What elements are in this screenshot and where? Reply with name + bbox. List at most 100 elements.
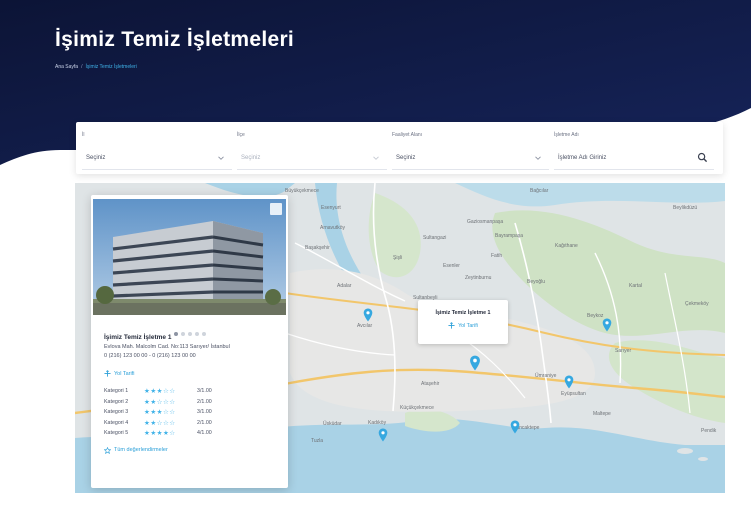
chevron-down-icon [218, 155, 224, 160]
map-place-label: Sarıyer [615, 348, 632, 354]
map-place-label: Sultangazi [423, 235, 447, 241]
rating-category: Kategori 4 [104, 419, 129, 426]
filter-faaliyet-label: Faaliyet Alanı [392, 132, 423, 138]
faaliyet-select-value: Seçiniz [396, 154, 416, 161]
rating-category: Kategori 2 [104, 398, 129, 405]
bubble-directions-link[interactable]: Yol Tarifi [448, 322, 478, 329]
map-pin-icon[interactable] [510, 420, 520, 434]
map-place-label: Gaziosmanpaşa [467, 219, 504, 225]
map-place-label: Esenler [443, 263, 460, 269]
all-reviews-label: Tüm değerlendirmeler [114, 447, 168, 453]
map-place-label: Kağıthane [555, 243, 578, 249]
rating-stars: ★★★☆☆ [144, 387, 176, 396]
rating-row: Kategori 5 ★★★★☆ 4/1.00 [104, 428, 282, 439]
map-place-label: Adalar [337, 283, 352, 289]
map-pin-icon[interactable] [564, 375, 574, 389]
rating-score: 3/1.00 [197, 409, 212, 416]
filter-bar: İl Seçiniz İlçe Seçiniz Faaliyet Alanı S… [76, 122, 723, 174]
filter-il: İl Seçiniz [82, 130, 232, 170]
directions-icon [104, 370, 111, 377]
breadcrumb-home[interactable]: Ana Sayfa [55, 64, 78, 70]
map-pin-icon[interactable] [602, 318, 612, 332]
bubble-directions-label: Yol Tarifi [458, 322, 478, 329]
map-place-label: Kadıköy [368, 420, 387, 426]
rating-row: Kategori 1 ★★★☆☆ 3/1.00 [104, 386, 282, 397]
map-place-label: Maltepe [593, 411, 611, 417]
map-place-label: Pendik [701, 428, 717, 434]
map-place-label: Ümraniye [535, 373, 557, 379]
business-photo[interactable] [93, 199, 286, 315]
map-pin-icon[interactable] [469, 355, 481, 371]
ilce-select[interactable]: Seçiniz [237, 146, 387, 170]
rating-stars: ★★★★☆ [144, 429, 176, 438]
rating-row: Kategori 3 ★★★☆☆ 3/1.00 [104, 407, 282, 418]
rating-score: 2/1.00 [197, 398, 212, 405]
business-name: İşimiz Temiz İşletme 1 [104, 334, 172, 341]
business-info-card: close-icon İşimiz Temiz İşletme 1 Evlova… [91, 195, 288, 488]
rating-row: Kategori 2 ★★☆☆☆ 2/1.00 [104, 397, 282, 408]
rating-score: 4/1.00 [197, 430, 212, 437]
faaliyet-select[interactable]: Seçiniz [392, 146, 549, 170]
map-place-label: Üsküdar [323, 421, 342, 427]
ratings-list: Kategori 1 ★★★☆☆ 3/1.00 Kategori 2 ★★☆☆☆… [104, 386, 282, 439]
map-place-label: Avcılar [357, 323, 373, 329]
business-phone: 0 (216) 123 00 00 - 0 (216) 123 00 00 [104, 353, 196, 359]
filter-ilce-label: İlçe [237, 132, 245, 138]
chevron-down-icon [373, 155, 379, 160]
reviews-icon [104, 446, 111, 454]
map-place-label: Bağcılar [530, 188, 549, 194]
rating-score: 2/1.00 [197, 419, 212, 426]
rating-stars: ★★★☆☆ [144, 408, 176, 417]
map-place-label: Şişli [393, 255, 403, 261]
rating-category: Kategori 5 [104, 430, 129, 437]
rating-score: 3/1.00 [197, 388, 212, 395]
page-title: İşimiz Temiz İşletmeleri [55, 28, 295, 51]
map-place-label: Beylikdüzü [673, 205, 698, 211]
map-place-label: Arnavutköy [320, 225, 346, 231]
filter-isletme: İşletme Adı İşletme Adı Giriniz [554, 130, 714, 170]
bubble-business-name: İşimiz Temiz İşletme 1 [435, 310, 491, 316]
all-reviews-link[interactable]: Tüm değerlendirmeler [104, 446, 282, 454]
rating-category: Kategori 3 [104, 409, 129, 416]
map-pin-icon[interactable] [378, 428, 388, 442]
rating-stars: ★★☆☆☆ [144, 397, 176, 406]
map-place-label: Küçükçekmece [400, 405, 434, 411]
map-place-label: Çekmeköy [685, 301, 709, 307]
chevron-down-icon [535, 155, 541, 160]
map-place-label: Eyüpsultan [561, 391, 586, 397]
filter-isletme-label: İşletme Adı [554, 132, 579, 138]
rating-category: Kategori 1 [104, 388, 129, 395]
map-place-label: Başakşehir [305, 245, 330, 251]
business-address: Evlova Mah. Malcolm Cad. No:113 Sarıyer/… [104, 344, 230, 350]
breadcrumb-current: İşimiz Temiz İşletmeleri [85, 64, 137, 70]
rating-stars: ★★☆☆☆ [144, 418, 176, 427]
filter-il-label: İl [82, 132, 85, 138]
page: İşimiz Temiz İşletmeleri Ana Sayfa / İşimi… [0, 0, 751, 516]
map-place-label: Esenyurt [321, 205, 341, 211]
map-pin-icon[interactable] [363, 308, 373, 322]
isletme-search-input[interactable]: İşletme Adı Giriniz [554, 146, 714, 170]
directions-icon [448, 322, 455, 329]
map-place-label: Büyükçekmece [285, 188, 319, 194]
map-place-label: Tuzla [311, 438, 324, 444]
map-place-label: Kartal [629, 283, 643, 289]
ilce-select-value: Seçiniz [241, 154, 261, 161]
map-place-label: Beykoz [587, 313, 604, 319]
breadcrumb: Ana Sayfa / İşimiz Temiz İşletmeleri [55, 64, 137, 70]
directions-link[interactable]: Yol Tarifi [104, 370, 282, 377]
map[interactable]: Büyükçekmece Esenyurt Bağcılar Beylikdüz… [75, 183, 725, 493]
map-place-label: Ataşehir [421, 381, 440, 387]
map-place-label: Zeytinburnu [465, 275, 492, 281]
isletme-search-placeholder: İşletme Adı Giriniz [558, 154, 607, 161]
rating-row: Kategori 4 ★★☆☆☆ 2/1.00 [104, 418, 282, 429]
search-icon[interactable] [697, 152, 708, 163]
business-card-body: İşimiz Temiz İşletme 1 Evlova Mah. Malco… [104, 334, 282, 454]
il-select[interactable]: Seçiniz [82, 146, 232, 170]
map-info-bubble[interactable]: İşimiz Temiz İşletme 1 Yol Tarifi [418, 300, 508, 344]
filter-faaliyet: Faaliyet Alanı Seçiniz [392, 130, 549, 170]
il-select-value: Seçiniz [86, 154, 106, 161]
close-icon[interactable]: close-icon [270, 203, 282, 215]
map-place-label: Bayrampaşa [495, 233, 524, 239]
directions-label: Yol Tarifi [114, 370, 135, 377]
map-place-label: Beyoğlu [527, 279, 546, 285]
